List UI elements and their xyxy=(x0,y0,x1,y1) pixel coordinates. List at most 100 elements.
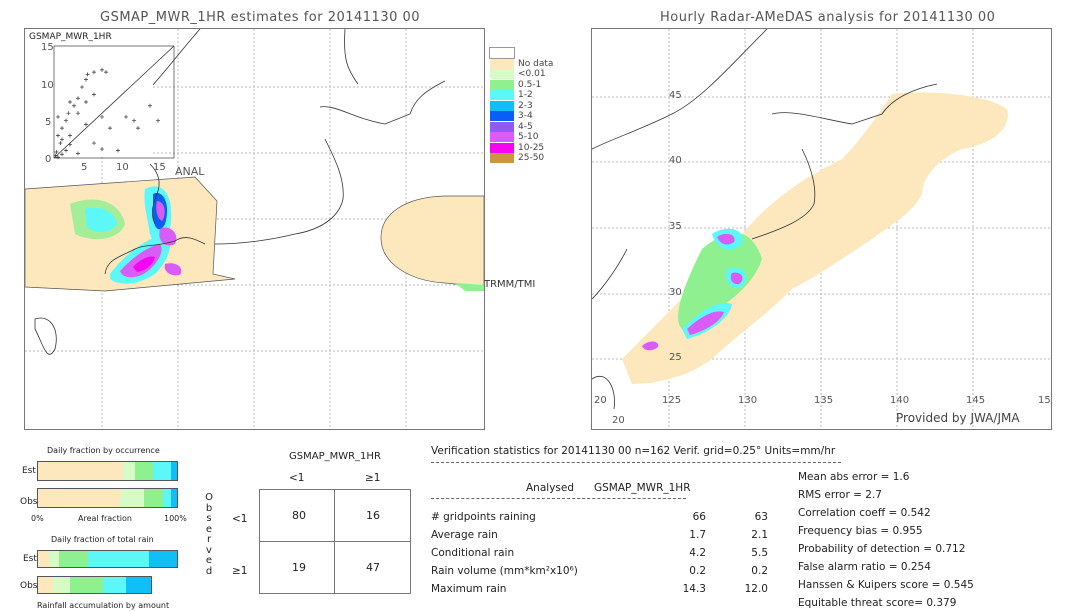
score-line: RMS error = 2.7 xyxy=(798,489,882,501)
lat-tick: 35 xyxy=(669,221,682,232)
stat-label: # gridpoints raining xyxy=(431,511,536,523)
observed-letter: e xyxy=(205,555,213,566)
axis-caption: Areal fraction xyxy=(78,514,132,523)
row-header: ≥1 xyxy=(232,565,248,577)
axis-right-label: 100% xyxy=(164,514,187,523)
col-analysed: Analysed xyxy=(526,482,574,494)
color-legend: No data <0.01 0.5-1 1-2 2-3 3-4 4-5 5-10 10-25 25… xyxy=(489,47,560,168)
legend-label: 1-2 xyxy=(518,90,533,100)
bar-segment xyxy=(88,551,150,567)
bar-segment xyxy=(171,489,177,507)
legend-swatch xyxy=(490,132,514,142)
bar-segment xyxy=(135,462,154,480)
occ-est-bar xyxy=(37,461,178,481)
lat-tick: 30 xyxy=(669,287,682,298)
occurrence-title: Daily fraction by occurrence xyxy=(47,446,160,455)
credit-label: Provided by JWA/JMA xyxy=(896,411,1020,425)
bar-segment xyxy=(49,551,59,567)
legend-label: No data xyxy=(518,58,554,69)
divider xyxy=(431,498,686,499)
legend-label: 4-5 xyxy=(518,121,533,132)
bar-segment xyxy=(38,462,123,480)
lat-tick: 45 xyxy=(669,90,682,101)
stat-label: Conditional rain xyxy=(431,547,515,559)
divider xyxy=(431,462,841,463)
rain-title: Daily fraction of total rain xyxy=(51,535,154,544)
no-data-region xyxy=(380,195,484,288)
bar-segment xyxy=(153,462,172,480)
right-map-title: Hourly Radar-AMeDAS analysis for 2014113… xyxy=(660,10,996,25)
inset-title: GSMAP_MWR_1HR xyxy=(29,32,112,42)
bar-segment xyxy=(103,577,126,593)
stat-label: Rain volume (mm*km²x10⁶) xyxy=(431,565,578,577)
inset-ytick: 5 xyxy=(45,117,52,128)
stat-model: 2.1 xyxy=(751,529,768,541)
lon-tick: 125 xyxy=(662,395,682,406)
observed-letter: r xyxy=(206,534,212,545)
scatter-point xyxy=(156,118,160,123)
inset-ytick: 10 xyxy=(41,80,54,91)
inset-ytick: 15 xyxy=(41,42,54,53)
legend-label: 10-25 xyxy=(518,142,545,153)
stat-analysed: 4.2 xyxy=(689,547,706,559)
inset-xtick: 10 xyxy=(116,162,129,173)
legend-swatch xyxy=(490,121,514,132)
contingency-model: GSMAP_MWR_1HR xyxy=(289,451,381,462)
bar-segment xyxy=(143,489,164,507)
left-map-title: GSMAP_MWR_1HR estimates for 20141130 00 xyxy=(100,10,421,25)
lon-tick: 140 xyxy=(890,395,910,406)
stat-analysed: 66 xyxy=(692,511,706,523)
inset-ytick: 0 xyxy=(45,154,52,165)
stat-model: 5.5 xyxy=(751,547,768,559)
bar-segment xyxy=(149,551,177,567)
right-map: 45 40 35 30 25 20 20 125 130 135 140 145… xyxy=(591,28,1052,430)
legend-swatch xyxy=(490,69,514,79)
legend-swatch xyxy=(490,100,514,111)
rain-obs-label: Obs xyxy=(20,581,38,591)
radar-coverage xyxy=(622,92,1008,385)
legend-label: 5-10 xyxy=(518,132,539,142)
cell-obs-lt1-est-lt1: 80 xyxy=(292,509,306,522)
cell-obs-lt1-est-ge1: 16 xyxy=(366,509,380,522)
lon-tick: 145 xyxy=(966,395,986,406)
occ-obs-bar xyxy=(37,488,178,508)
bar-segment xyxy=(171,462,177,480)
stat-model: 12.0 xyxy=(744,583,768,595)
legend-label: 2-3 xyxy=(518,100,533,111)
inset-xtick: 5 xyxy=(81,162,88,173)
score-line: Correlation coeff = 0.542 xyxy=(798,507,931,519)
score-line: False alarm ratio = 0.254 xyxy=(798,561,931,573)
legend-swatch xyxy=(490,153,514,163)
bar-segment xyxy=(122,462,136,480)
rain-est-label: Est xyxy=(23,554,37,564)
legend-label: 25-50 xyxy=(518,153,545,163)
lon-tick: 135 xyxy=(814,395,834,406)
observed-letter: O xyxy=(205,492,213,503)
cell-obs-ge1-est-ge1: 47 xyxy=(366,561,380,574)
stat-label: Average rain xyxy=(431,529,498,541)
rain-est-bar xyxy=(37,550,178,568)
contingency-grid: 80 16 19 47 xyxy=(259,489,411,594)
lat-tick: 25 xyxy=(669,352,682,363)
axis-left-label: 0% xyxy=(31,514,44,523)
lon-tick: 20 xyxy=(594,395,607,406)
score-line: Hanssen & Kuipers score = 0.545 xyxy=(798,579,974,591)
left-map: GSMAP_MWR_1HR 15 10 5 0 5 10 15 ANAL xyxy=(24,28,485,430)
score-line: Frequency bias = 0.955 xyxy=(798,525,923,537)
stat-model: 0.2 xyxy=(751,565,768,577)
legend-label: 3-4 xyxy=(518,111,533,121)
inset-xtick: 15 xyxy=(153,162,166,173)
col-header: ≥1 xyxy=(365,472,381,484)
legend-swatch xyxy=(490,58,514,69)
bar-segment xyxy=(53,577,70,593)
bar-segment xyxy=(58,551,89,567)
bar-segment xyxy=(38,551,50,567)
lon-tick: 15 xyxy=(1038,395,1051,406)
bar-segment xyxy=(163,489,172,507)
legend-swatch xyxy=(490,79,514,90)
occ-obs-label: Obs xyxy=(20,497,38,507)
col-model: GSMAP_MWR_1HR xyxy=(594,482,691,494)
stat-label: Maximum rain xyxy=(431,583,507,595)
row-header: <1 xyxy=(232,513,248,525)
stat-model: 63 xyxy=(754,511,768,523)
